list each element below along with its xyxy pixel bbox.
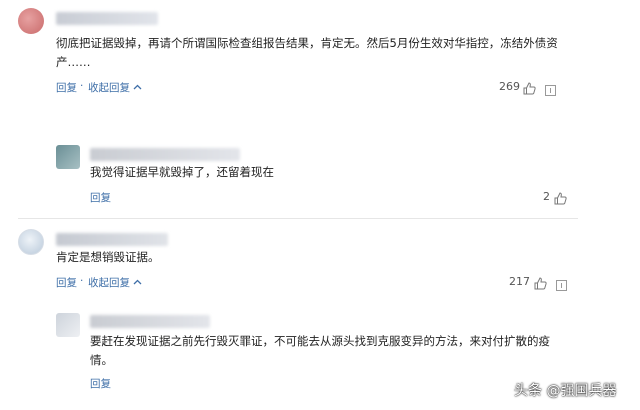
reply-username-blurred[interactable] (90, 315, 210, 328)
username-blurred[interactable] (56, 12, 158, 25)
source-watermark: 头条 @强国兵器 (514, 383, 617, 399)
collapse-replies-button[interactable]: 收起回复 (88, 275, 142, 290)
reply-button[interactable]: 回复 (90, 190, 111, 205)
comment-divider (18, 218, 578, 219)
reply-text: 我觉得证据早就毁掉了，还留着现在 (90, 165, 274, 179)
thumbs-up-icon[interactable] (554, 190, 567, 209)
comment-text: 彻底把证据毁掉，再请个所谓国际检查组报告结果，肯定无。然后5月份生效对华指控，冻… (56, 36, 558, 69)
more-icon[interactable] (545, 81, 556, 100)
reply-avatar[interactable] (56, 145, 80, 169)
thumbs-up-icon[interactable] (523, 80, 536, 99)
more-icon[interactable] (556, 276, 567, 295)
avatar[interactable] (18, 229, 44, 255)
like-count: 217 (509, 275, 530, 288)
chevron-up-icon (133, 84, 142, 90)
reply-text: 要赶在发现证据之前先行毁灭罪证，不可能去从源头找到克服变异的方法，来对付扩散的疫… (90, 334, 550, 367)
like-count: 2 (543, 190, 550, 203)
collapse-label: 收起回复 (88, 277, 130, 289)
reply-username-blurred[interactable] (90, 148, 240, 161)
avatar[interactable] (18, 8, 44, 34)
separator-dot: · (80, 80, 84, 92)
chevron-up-icon (133, 279, 142, 285)
comment-text: 肯定是想销毁证据。 (56, 250, 160, 264)
like-count: 269 (499, 80, 520, 93)
collapse-label: 收起回复 (88, 82, 130, 94)
username-blurred[interactable] (56, 233, 168, 246)
reply-avatar[interactable] (56, 313, 80, 337)
collapse-replies-button[interactable]: 收起回复 (88, 80, 142, 95)
reply-button[interactable]: 回复 (56, 275, 77, 290)
separator-dot: · (80, 275, 84, 287)
reply-button[interactable]: 回复 (90, 376, 111, 391)
thumbs-up-icon[interactable] (534, 275, 547, 294)
reply-button[interactable]: 回复 (56, 80, 77, 95)
